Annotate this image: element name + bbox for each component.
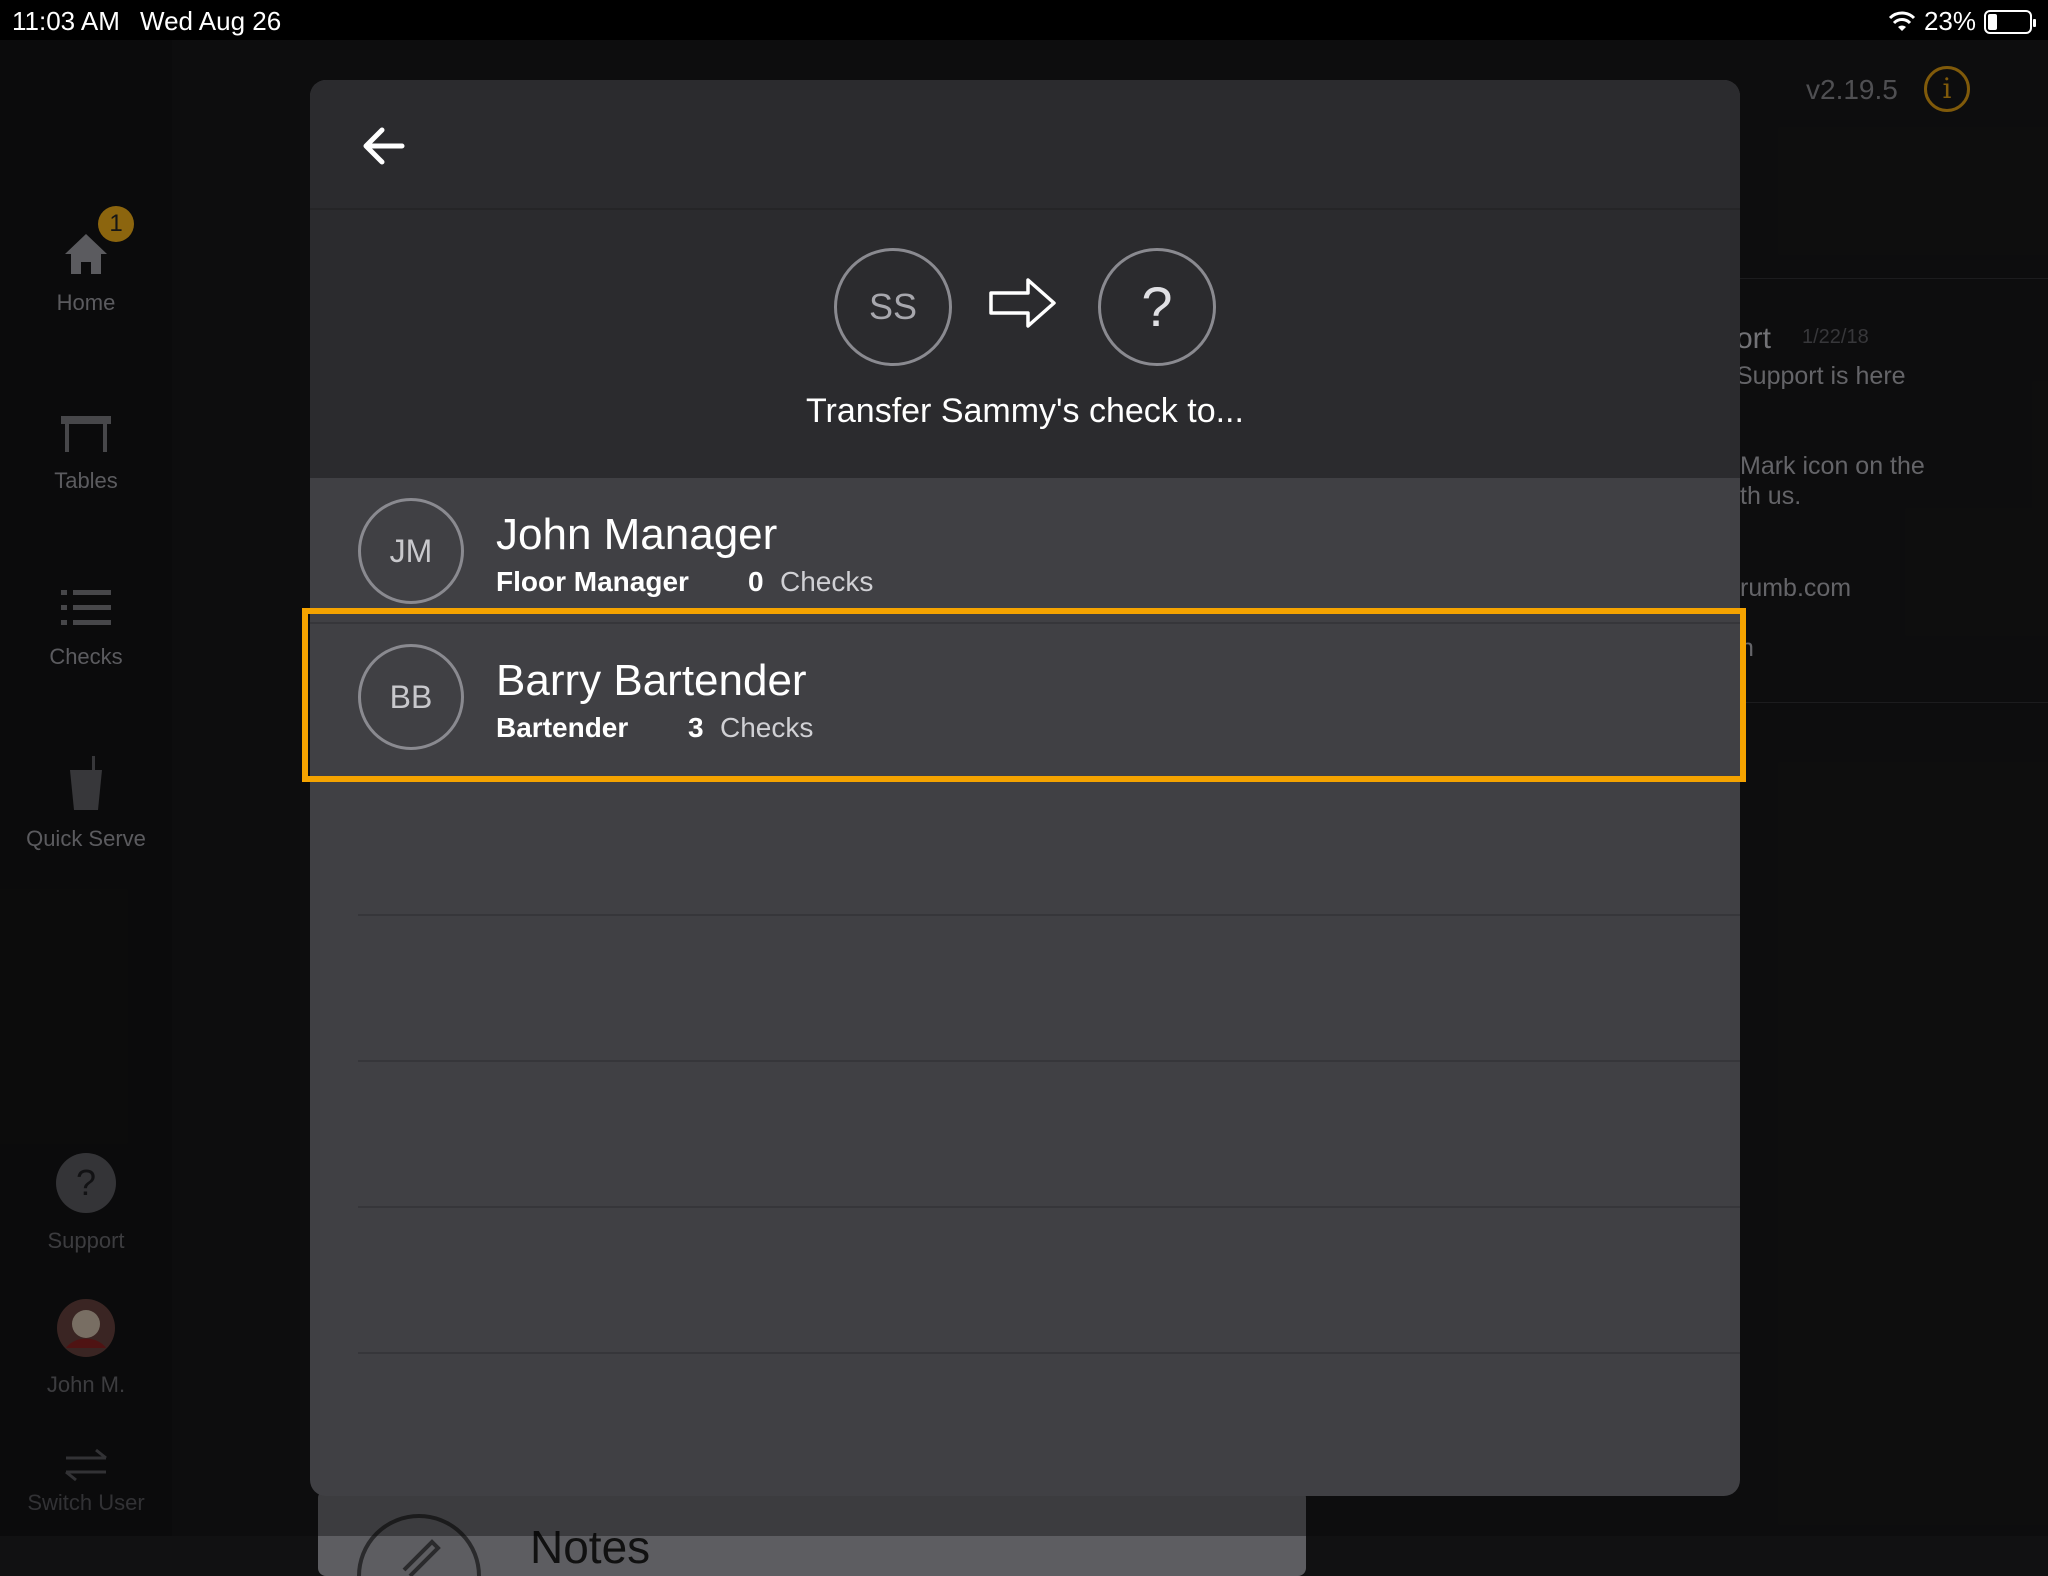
battery-icon — [1984, 9, 2036, 34]
row-divider — [358, 914, 1740, 916]
employee-row[interactable]: BB Barry Bartender Bartender 3 Checks — [310, 624, 1740, 770]
status-time: 11:03 AM — [12, 6, 120, 36]
employee-row[interactable]: JM John Manager Floor Manager 0 Checks — [310, 478, 1740, 624]
transfer-check-modal: SS ? Transfer Sammy's check to... JM Joh… — [310, 80, 1740, 1496]
wifi-icon — [1888, 11, 1916, 31]
check-count: 0 — [748, 566, 764, 597]
check-count: 3 — [688, 712, 704, 743]
transfer-arrow-icon — [989, 278, 1056, 328]
checks-label: Checks — [720, 712, 814, 743]
from-avatar: SS — [834, 248, 952, 366]
back-button[interactable] — [356, 118, 412, 174]
transfer-title: Transfer Sammy's check to... — [806, 392, 1244, 430]
row-divider — [358, 1060, 1740, 1062]
employee-avatar: BB — [358, 644, 464, 750]
employee-role: Bartender — [496, 712, 629, 743]
employee-name: Barry Bartender — [496, 656, 807, 705]
to-avatar-placeholder: ? — [1098, 248, 1216, 366]
battery-percent: 23% — [1923, 6, 1976, 36]
employee-role: Floor Manager — [496, 566, 689, 597]
employee-name: John Manager — [496, 510, 778, 559]
modal-header: SS ? Transfer Sammy's check to... — [310, 80, 1740, 478]
checks-label: Checks — [780, 566, 874, 597]
row-divider — [358, 1206, 1740, 1208]
row-divider — [358, 1352, 1740, 1354]
header-divider — [310, 208, 1740, 210]
employee-avatar: JM — [358, 498, 464, 604]
back-arrow-icon — [363, 127, 405, 165]
status-date: Wed Aug 26 — [140, 6, 282, 36]
status-right: 23% — [1888, 6, 2036, 37]
status-bar: 11:03 AM Wed Aug 26 23% — [0, 0, 2048, 40]
